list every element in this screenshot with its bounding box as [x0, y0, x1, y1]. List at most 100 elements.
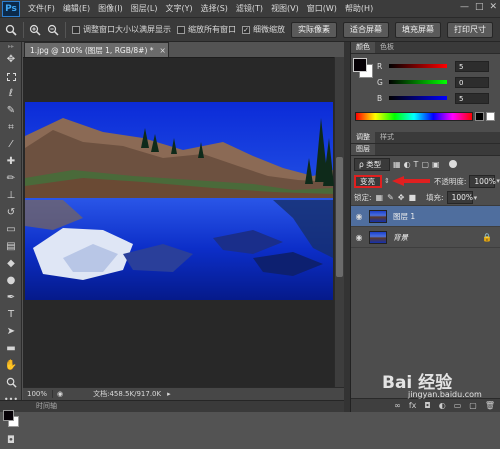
checkbox-box[interactable]	[177, 25, 185, 34]
fill-field[interactable]: 100%	[446, 191, 473, 204]
opacity-field[interactable]: 100%	[469, 174, 496, 188]
hand-tool-icon[interactable]: ✋	[0, 357, 22, 374]
quick-select-tool-icon[interactable]: ✎	[0, 102, 22, 119]
blue-value-field[interactable]: 5	[455, 92, 489, 104]
menu-window[interactable]: 窗口(W)	[307, 3, 337, 14]
menu-layer[interactable]: 图层(L)	[131, 3, 158, 14]
menu-filter[interactable]: 滤镜(T)	[236, 3, 263, 14]
spectrum-black-swatch[interactable]	[475, 112, 484, 121]
fill-chevron-icon[interactable]: ▾	[474, 194, 478, 202]
tab-swatches[interactable]: 色板	[375, 42, 399, 53]
print-size-button[interactable]: 打印尺寸	[447, 21, 493, 38]
move-tool-icon[interactable]: ✥	[0, 51, 22, 68]
layer-name[interactable]: 背景	[393, 232, 408, 243]
zoom-all-windows-checkbox[interactable]: 缩放所有窗口	[177, 24, 236, 35]
canvas-area[interactable]	[23, 57, 334, 387]
blend-mode-chevron-icon[interactable]: ⇕	[384, 177, 390, 185]
tab-adjustments[interactable]: 调整	[351, 132, 375, 143]
zoom-level[interactable]: 100%	[23, 390, 53, 398]
lock-all-icon[interactable]: ■	[409, 193, 417, 202]
visibility-eye-icon[interactable]: ◉	[351, 233, 367, 242]
layer-row-selected[interactable]: ◉ 图层 1	[351, 206, 500, 227]
link-layers-icon[interactable]: ∞	[394, 401, 401, 410]
lock-position-icon[interactable]: ✥	[398, 193, 405, 202]
path-select-tool-icon[interactable]: ➤	[0, 323, 22, 340]
filter-shape-icon[interactable]: ▢	[421, 160, 429, 169]
menu-select[interactable]: 选择(S)	[201, 3, 228, 14]
zoom-in-icon[interactable]	[28, 23, 42, 37]
foreground-color-swatch[interactable]	[353, 58, 367, 72]
zoom-tool-icon[interactable]	[0, 374, 22, 391]
menu-edit[interactable]: 编辑(E)	[63, 3, 90, 14]
lock-pixels-icon[interactable]: ✎	[387, 193, 394, 202]
document-tab[interactable]: 1.jpg @ 100% (图层 1, RGB/8#) * ×	[24, 42, 169, 57]
scrubby-zoom-checkbox[interactable]: ✓ 细微缩放	[242, 24, 285, 35]
resize-windows-checkbox[interactable]: 调整窗口大小以满屏显示	[72, 24, 171, 35]
dodge-tool-icon[interactable]: ●	[0, 272, 22, 289]
scrollbar-thumb[interactable]	[336, 157, 343, 277]
new-group-icon[interactable]: ▭	[454, 401, 462, 410]
status-arrow-icon[interactable]: ▸	[167, 390, 171, 398]
zoom-out-icon[interactable]	[46, 23, 60, 37]
tab-styles[interactable]: 样式	[375, 132, 399, 143]
fit-screen-button[interactable]: 适合屏幕	[343, 21, 389, 38]
filter-smart-icon[interactable]: ▣	[432, 160, 440, 169]
clone-stamp-tool-icon[interactable]: ⊥	[0, 187, 22, 204]
marquee-tool-icon[interactable]	[0, 68, 22, 85]
timeline-bar[interactable]: 时间轴	[0, 400, 344, 412]
vertical-scrollbar[interactable]	[334, 57, 344, 387]
lasso-tool-icon[interactable]: ℓ	[0, 85, 22, 102]
opacity-chevron-icon[interactable]: ▾	[496, 177, 500, 185]
gradient-tool-icon[interactable]: ▤	[0, 238, 22, 255]
blend-mode-select[interactable]: 变亮	[354, 174, 382, 188]
blue-slider[interactable]	[389, 96, 447, 100]
close-button[interactable]: ✕	[489, 2, 497, 12]
checkbox-box[interactable]	[72, 25, 80, 34]
healing-brush-tool-icon[interactable]: ✚	[0, 153, 22, 170]
eraser-tool-icon[interactable]: ▭	[0, 221, 22, 238]
menu-image[interactable]: 图像(I)	[98, 3, 123, 14]
pen-tool-icon[interactable]: ✒	[0, 289, 22, 306]
color-spectrum-bar[interactable]	[355, 112, 473, 121]
red-value-field[interactable]: 5	[455, 60, 489, 72]
delete-layer-icon[interactable]: 🗑	[485, 401, 495, 410]
visibility-eye-icon[interactable]: ◉	[351, 212, 367, 221]
filter-adjust-icon[interactable]: ◐	[404, 160, 411, 169]
fill-screen-button[interactable]: 填充屏幕	[395, 21, 441, 38]
brush-tool-icon[interactable]: ✏	[0, 170, 22, 187]
spectrum-white-swatch[interactable]	[486, 112, 495, 121]
red-slider[interactable]	[389, 64, 447, 68]
checkbox-box-checked[interactable]: ✓	[242, 25, 250, 34]
layer-row[interactable]: ◉ 背景 🔒	[351, 227, 500, 248]
menu-type[interactable]: 文字(Y)	[165, 3, 192, 14]
filter-type-icon[interactable]: T	[414, 160, 419, 169]
tab-layers[interactable]: 图层	[351, 144, 375, 155]
maximize-button[interactable]: □	[475, 2, 484, 12]
add-mask-icon[interactable]: ◘	[424, 401, 430, 410]
actual-pixels-button[interactable]: 实际像素	[291, 21, 337, 38]
layer-name[interactable]: 图层 1	[393, 211, 415, 222]
type-tool-icon[interactable]: T	[0, 306, 22, 323]
shape-tool-icon[interactable]: ▬	[0, 340, 22, 357]
green-value-field[interactable]: 0	[455, 76, 489, 88]
tab-color[interactable]: 颜色	[351, 42, 375, 53]
new-layer-icon[interactable]: ▢	[469, 401, 477, 410]
layer-kind-filter[interactable]: ρ 类型	[354, 157, 390, 171]
history-brush-tool-icon[interactable]: ↺	[0, 204, 22, 221]
zoom-tool-icon[interactable]	[4, 23, 18, 37]
menu-view[interactable]: 视图(V)	[271, 3, 299, 14]
layer-style-icon[interactable]: fx	[409, 401, 417, 410]
status-info-icon[interactable]: ◉	[57, 390, 63, 398]
blur-tool-icon[interactable]: ◆	[0, 255, 22, 272]
green-slider[interactable]	[389, 80, 447, 84]
filter-pixel-icon[interactable]: ▦	[393, 160, 401, 169]
filter-toggle-icon[interactable]	[448, 160, 457, 168]
quick-mask-icon[interactable]: ◘	[0, 432, 22, 449]
crop-tool-icon[interactable]: ⌗	[0, 119, 22, 136]
lock-transparent-icon[interactable]: ▦	[376, 193, 384, 202]
new-adjustment-icon[interactable]: ◐	[439, 401, 446, 410]
document-close-icon[interactable]: ×	[160, 46, 166, 55]
menu-file[interactable]: 文件(F)	[28, 3, 55, 14]
minimize-button[interactable]: —	[460, 2, 469, 12]
menu-help[interactable]: 帮助(H)	[345, 3, 373, 14]
